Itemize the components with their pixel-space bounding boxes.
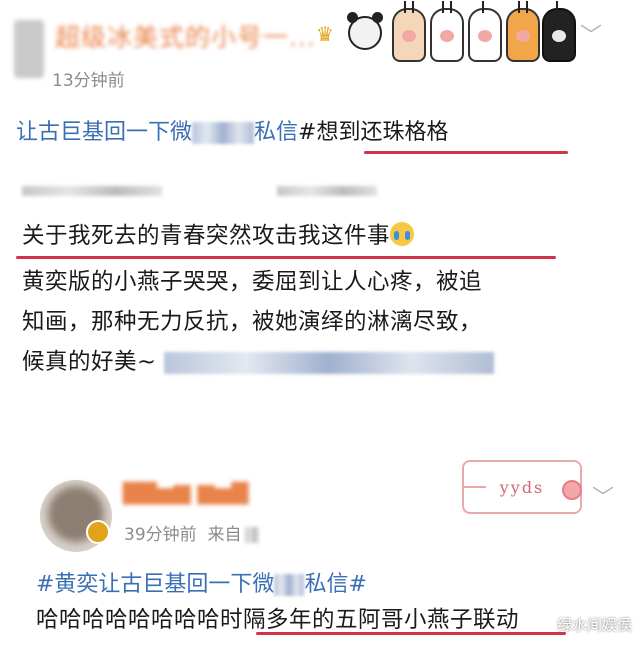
faded-text <box>22 180 452 198</box>
topic-line[interactable]: #黄奕让古巨基回一下微 私信# <box>36 566 367 598</box>
crying-face-emoji <box>390 222 415 246</box>
cat-paw-icon <box>430 1 464 62</box>
topic-line[interactable]: 让古巨基回一下微 私信#想到还珠格格 <box>16 114 448 146</box>
username[interactable]: 超级冰美式的小号一... <box>55 18 316 54</box>
post-text: 哈哈哈哈哈哈哈哈时隔多年的五阿哥小燕子联动 <box>36 607 520 633</box>
post-body-line: 知画，那种无力反抗，被她演绎的淋漓尽致， <box>22 309 483 335</box>
rose-icon <box>562 480 582 500</box>
post-headline: 关于我死去的青春突然攻击我这件事 <box>22 218 415 250</box>
post-time: 13分钟前 <box>52 71 125 91</box>
post-time: 39分钟前 来自 <box>124 520 260 545</box>
topic-text[interactable]: 让古巨基回一下微 <box>16 120 192 145</box>
cat-paw-icon <box>542 1 576 62</box>
highlight-underline <box>256 632 566 635</box>
chevron-down-icon[interactable]: ﹀ <box>592 480 614 512</box>
cat-paw-icon <box>392 1 426 62</box>
username[interactable]: ▇▇▅▆ ▆▅▇ <box>123 480 248 505</box>
pixelated-text <box>274 574 305 596</box>
highlight-underline <box>16 256 556 259</box>
post-body-line: 候真的好美~ <box>22 344 495 376</box>
watermark: 绿水间娱侯 <box>556 616 632 634</box>
crown-icon: ♛ <box>316 22 334 46</box>
arrow-icon <box>462 486 486 488</box>
highlight-underline <box>364 151 568 154</box>
topic-text[interactable]: 私信 <box>254 120 298 145</box>
topic-suffix[interactable]: #想到还珠格格 <box>298 120 448 145</box>
cat-paw-icon <box>468 1 502 62</box>
pixelated-text <box>192 122 255 144</box>
verified-badge-icon <box>86 520 110 544</box>
chevron-down-icon[interactable]: ﹀ <box>580 18 602 50</box>
pixelated-text <box>164 351 495 374</box>
post-body-line: 黄奕版的小燕子哭哭，委屈到让人心疼，被追 <box>22 269 483 295</box>
panda-icon <box>347 12 383 50</box>
cat-paw-icon <box>506 1 540 62</box>
avatar[interactable] <box>14 20 44 78</box>
